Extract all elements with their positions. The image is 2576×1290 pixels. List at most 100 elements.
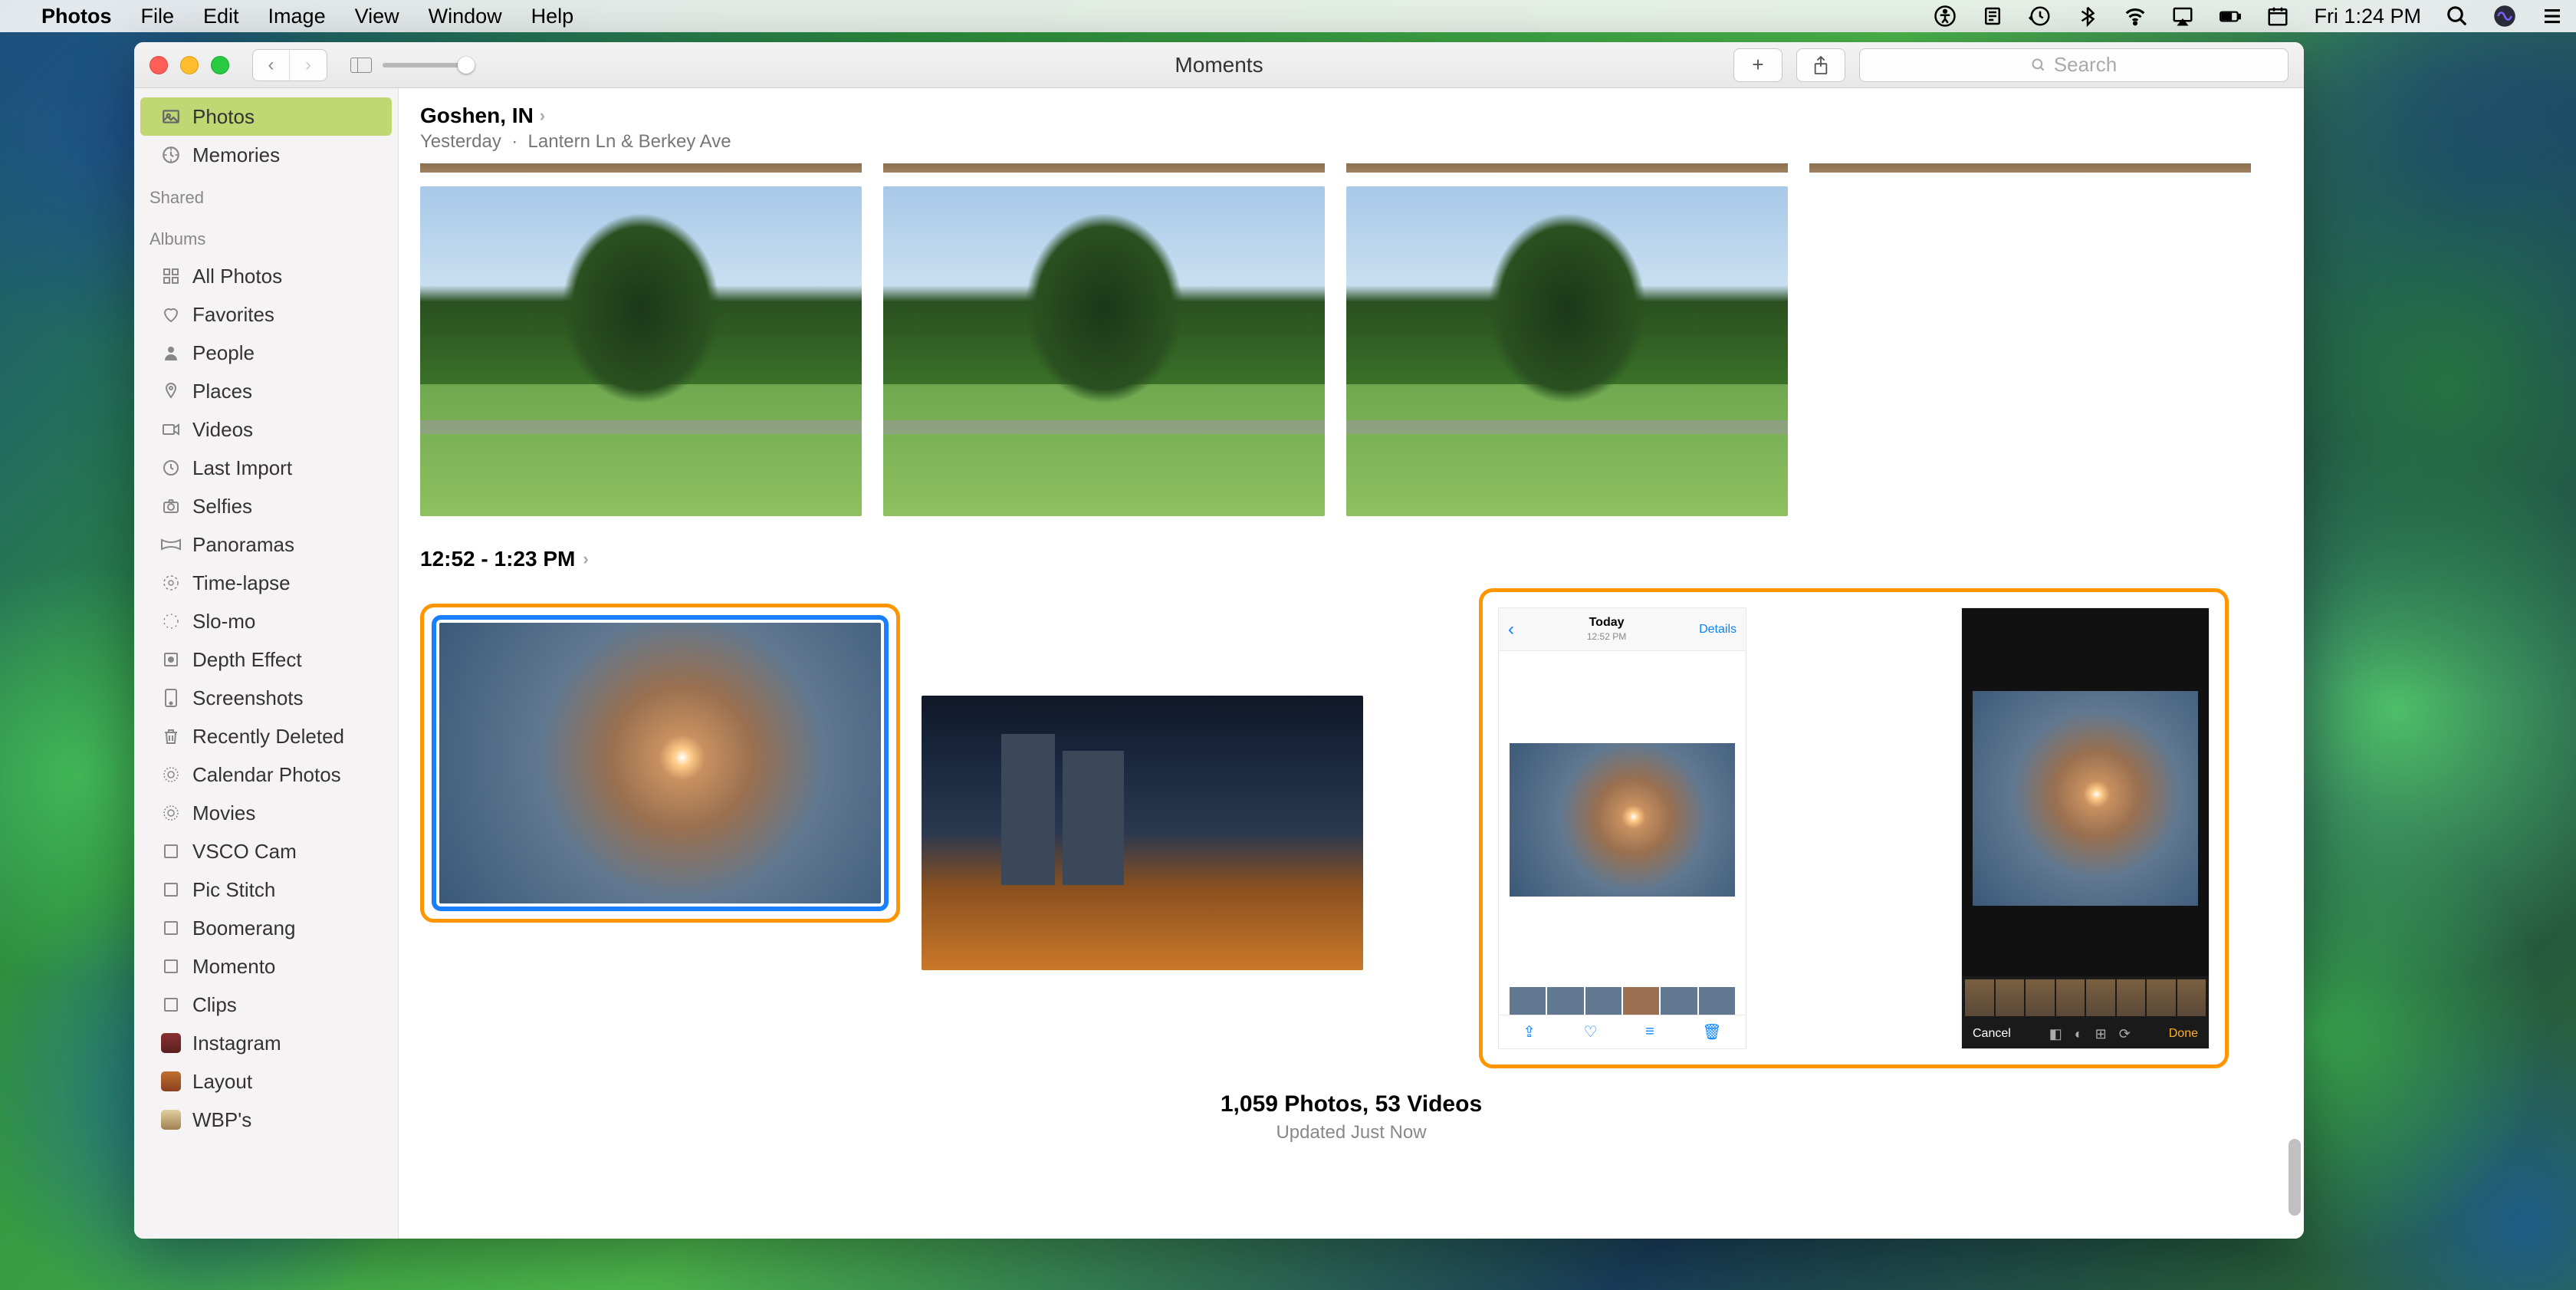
siri-icon[interactable] xyxy=(2493,5,2516,28)
sidebar-videos[interactable]: Videos xyxy=(134,410,398,449)
sidebar-wbps[interactable]: WBP's xyxy=(134,1101,398,1139)
folder-icon xyxy=(160,956,182,977)
sidebar-selfies[interactable]: Selfies xyxy=(134,487,398,525)
sidebar-recently-deleted[interactable]: Recently Deleted xyxy=(134,717,398,755)
sidebar-people[interactable]: People xyxy=(134,334,398,372)
menu-help[interactable]: Help xyxy=(531,5,574,28)
photo-thumbnail[interactable] xyxy=(1346,163,1788,173)
titlebar: ‹ › Moments + Search xyxy=(134,42,2304,88)
share-button[interactable] xyxy=(1796,48,1845,82)
forward-button[interactable]: › xyxy=(290,50,327,81)
sidebar-screenshots[interactable]: Screenshots xyxy=(134,679,398,717)
close-button[interactable] xyxy=(150,56,168,74)
menu-file[interactable]: File xyxy=(141,5,175,28)
moment-header[interactable]: Goshen, IN› Yesterday · Lantern Ln & Ber… xyxy=(399,88,2304,157)
album-thumb-icon xyxy=(160,1109,182,1130)
photo-thumbnail[interactable] xyxy=(1809,163,2251,173)
photos-icon xyxy=(160,106,182,127)
sidebar-depth[interactable]: Depth Effect xyxy=(134,640,398,679)
battery-icon[interactable] xyxy=(2219,5,2242,28)
trash-icon: 🗑 xyxy=(1702,1022,1721,1042)
section-header[interactable]: 12:52 - 1:23 PM› xyxy=(399,516,2304,584)
clock[interactable]: Fri 1:24 PM xyxy=(2314,5,2421,28)
photo-thumbnail[interactable] xyxy=(922,696,1363,970)
scrollbar[interactable] xyxy=(2288,1139,2301,1216)
add-button[interactable]: + xyxy=(1733,48,1783,82)
folder-icon xyxy=(160,994,182,1015)
sidebar-slomo[interactable]: Slo-mo xyxy=(134,602,398,640)
photo-thumbnail[interactable] xyxy=(883,186,1325,516)
sidebar-places[interactable]: Places xyxy=(134,372,398,410)
pano-icon xyxy=(160,534,182,555)
photo-thumbnail[interactable] xyxy=(420,163,862,173)
wifi-icon[interactable] xyxy=(2124,5,2147,28)
sidebar-movies[interactable]: Movies xyxy=(134,794,398,832)
share-icon: ⇪ xyxy=(1523,1022,1536,1042)
folder-icon xyxy=(160,841,182,862)
menu-image[interactable]: Image xyxy=(268,5,326,28)
main-content: Goshen, IN › Yesterday · Lantern Ln & Ber… xyxy=(399,88,2304,1239)
album-thumb-icon xyxy=(160,1071,182,1092)
app-menu[interactable]: Photos xyxy=(41,5,112,28)
cancel-label: Cancel xyxy=(1973,1027,2011,1041)
sidebar-momento[interactable]: Momento xyxy=(134,947,398,986)
sidebar-toggle-icon[interactable] xyxy=(350,58,372,73)
date-icon[interactable] xyxy=(2266,5,2289,28)
airplay-icon[interactable] xyxy=(2171,5,2194,28)
back-button[interactable]: ‹ xyxy=(253,50,290,81)
moment-title: Goshen, IN xyxy=(420,104,534,128)
display-icon[interactable] xyxy=(1981,5,2004,28)
photo-thumbnail[interactable] xyxy=(420,186,862,516)
pin-icon xyxy=(160,380,182,402)
photo-thumbnail-screenshot[interactable]: Cancel ◧◐⊞⟳ Done xyxy=(1961,607,2210,1049)
zoom-slider[interactable] xyxy=(383,63,475,67)
sidebar-all-photos[interactable]: All Photos xyxy=(134,257,398,295)
settings-icon: ≡ xyxy=(1645,1023,1654,1041)
done-label: Done xyxy=(2169,1027,2198,1041)
sidebar-boomerang[interactable]: Boomerang xyxy=(134,909,398,947)
sidebar: Photos Memories Shared Albums All Photos… xyxy=(134,88,399,1239)
sidebar-instagram[interactable]: Instagram xyxy=(134,1024,398,1062)
sidebar-photos[interactable]: Photos xyxy=(140,97,392,136)
photo-count: 1,059 Photos, 53 Videos xyxy=(399,1091,2304,1117)
sidebar-last-import[interactable]: Last Import xyxy=(134,449,398,487)
moment-subtitle: Yesterday · Lantern Ln & Berkey Ave xyxy=(420,131,2282,153)
camera-icon xyxy=(160,495,182,517)
menubar: Photos File Edit Image View Window Help … xyxy=(0,0,2576,32)
fullscreen-button[interactable] xyxy=(211,56,229,74)
menu-view[interactable]: View xyxy=(355,5,399,28)
sidebar-memories[interactable]: Memories xyxy=(134,136,398,174)
search-placeholder: Search xyxy=(2054,53,2117,77)
window-title: Moments xyxy=(1175,53,1263,77)
minimize-button[interactable] xyxy=(180,56,199,74)
clock-icon xyxy=(160,457,182,479)
menu-window[interactable]: Window xyxy=(429,5,502,28)
sidebar-panoramas[interactable]: Panoramas xyxy=(134,525,398,564)
grid-icon xyxy=(160,265,182,287)
photo-thumbnail-screenshot[interactable]: ‹ Today12:52 PM Details ⇪ ♡ ≡ 🗑 xyxy=(1498,607,1746,1049)
bluetooth-icon[interactable] xyxy=(2076,5,2099,28)
timemachine-icon[interactable] xyxy=(2029,5,2052,28)
sidebar-clips[interactable]: Clips xyxy=(134,986,398,1024)
sidebar-calendar-photos[interactable]: Calendar Photos xyxy=(134,755,398,794)
notification-icon[interactable] xyxy=(2541,5,2564,28)
sidebar-favorites[interactable]: Favorites xyxy=(134,295,398,334)
gear-icon xyxy=(160,764,182,785)
sidebar-vsco[interactable]: VSCO Cam xyxy=(134,832,398,870)
sidebar-layout[interactable]: Layout xyxy=(134,1062,398,1101)
heart-icon xyxy=(160,304,182,325)
search-field[interactable]: Search xyxy=(1859,48,2288,82)
screen-icon xyxy=(160,687,182,709)
photo-thumbnail[interactable] xyxy=(883,163,1325,173)
folder-icon xyxy=(160,879,182,900)
memories-icon xyxy=(160,144,182,166)
slomo-icon xyxy=(160,610,182,632)
photo-thumbnail-selected[interactable] xyxy=(439,623,881,903)
spotlight-icon[interactable] xyxy=(2446,5,2469,28)
accessibility-icon[interactable] xyxy=(1934,5,1957,28)
chevron-right-icon: › xyxy=(583,549,588,569)
sidebar-picstitch[interactable]: Pic Stitch xyxy=(134,870,398,909)
photo-thumbnail[interactable] xyxy=(1346,186,1788,516)
menu-edit[interactable]: Edit xyxy=(203,5,239,28)
sidebar-timelapse[interactable]: Time-lapse xyxy=(134,564,398,602)
